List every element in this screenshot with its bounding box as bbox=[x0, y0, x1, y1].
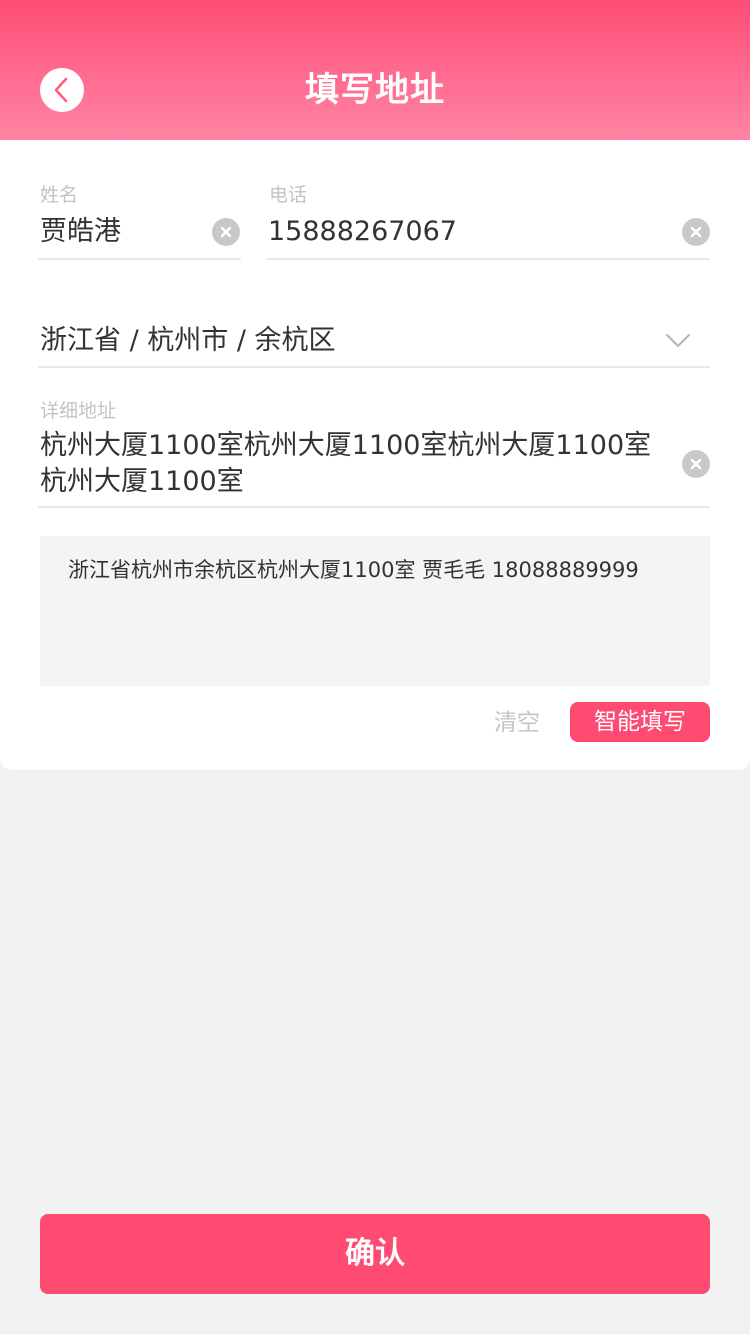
name-underline bbox=[38, 258, 241, 260]
clear-name-icon[interactable] bbox=[212, 218, 240, 246]
detail-address-input[interactable]: 杭州大厦1100室杭州大厦1100室杭州大厦1100室杭州大厦1100室 bbox=[40, 428, 670, 500]
detail-underline bbox=[38, 506, 710, 508]
region-selector[interactable]: 浙江省 / 杭州市 / 余杭区 bbox=[40, 322, 336, 360]
phone-input[interactable]: 15888267067 bbox=[268, 214, 457, 250]
smart-fill-button[interactable]: 智能填写 bbox=[570, 702, 710, 742]
detail-label: 详细地址 bbox=[40, 400, 117, 422]
name-label: 姓名 bbox=[40, 184, 79, 206]
smart-paste-textarea[interactable]: 浙江省杭州市余杭区杭州大厦1100室 贾毛毛 18088889999 bbox=[40, 536, 710, 686]
clear-detail-icon[interactable] bbox=[682, 450, 710, 478]
phone-underline bbox=[267, 258, 710, 260]
confirm-button[interactable]: 确认 bbox=[40, 1214, 710, 1294]
address-form-card: 姓名 贾皓港 电话 15888267067 浙江省 / 杭州市 / 余杭区 详细… bbox=[0, 140, 750, 770]
chevron-down-icon[interactable] bbox=[664, 326, 692, 354]
name-input[interactable]: 贾皓港 bbox=[40, 214, 121, 250]
phone-label: 电话 bbox=[269, 184, 308, 206]
page-title: 填写地址 bbox=[305, 70, 445, 110]
clear-button[interactable]: 清空 bbox=[494, 706, 540, 740]
clear-phone-icon[interactable] bbox=[682, 218, 710, 246]
region-underline bbox=[38, 366, 710, 368]
header-bar: 填写地址 bbox=[0, 0, 750, 140]
smart-paste-text: 浙江省杭州市余杭区杭州大厦1100室 贾毛毛 18088889999 bbox=[68, 558, 639, 582]
